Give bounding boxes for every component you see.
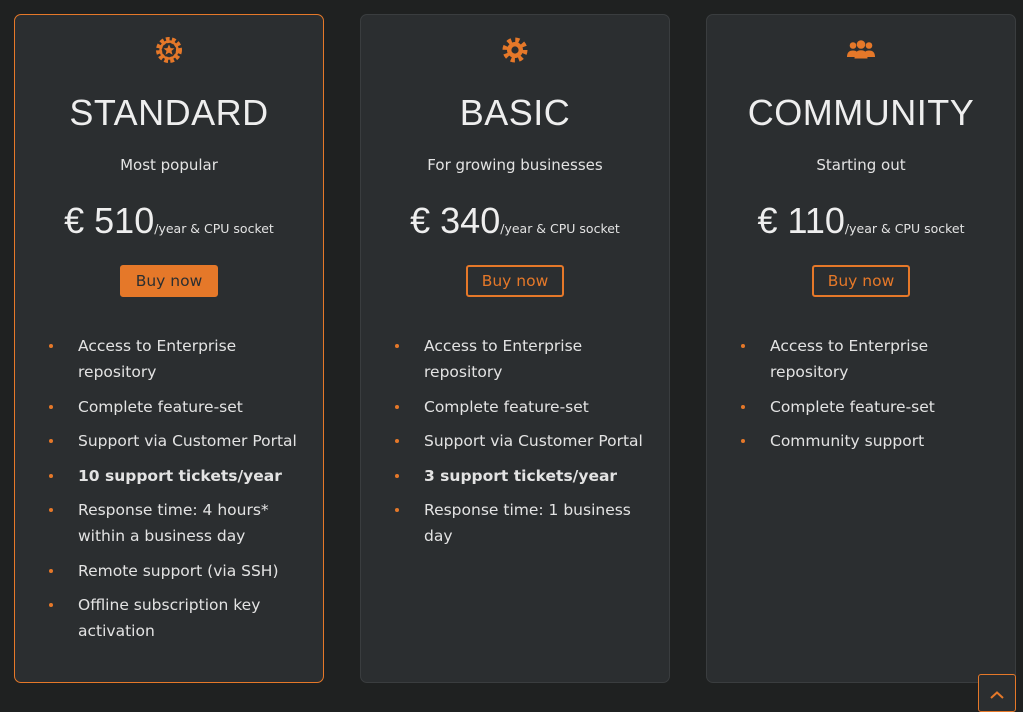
- plan-subtitle: Starting out: [816, 156, 906, 174]
- plan-card-community: COMMUNITY Starting out € 110/year & CPU …: [706, 14, 1016, 683]
- feature-list: Access to Enterprise repository Complete…: [49, 333, 315, 653]
- feature-item: Remote support (via SSH): [49, 558, 315, 584]
- feature-item: 3 support tickets/year: [395, 463, 661, 489]
- plan-price: € 510/year & CPU socket: [15, 199, 323, 243]
- feature-item: Support via Customer Portal: [395, 428, 661, 454]
- feature-item: Community support: [741, 428, 1007, 454]
- plan-price: € 340/year & CPU socket: [361, 199, 669, 243]
- plan-card-standard: STANDARD Most popular € 510/year & CPU s…: [14, 14, 324, 683]
- feature-list: Access to Enterprise repository Complete…: [395, 333, 661, 558]
- feature-item: Complete feature-set: [395, 394, 661, 420]
- feature-item: Offline subscription key activation: [49, 592, 315, 644]
- plan-title: STANDARD: [69, 92, 269, 133]
- badge-star-icon: [15, 35, 323, 65]
- scroll-to-top-button[interactable]: [978, 674, 1016, 712]
- buy-now-button[interactable]: Buy now: [812, 265, 910, 297]
- price-amount: € 110: [757, 200, 845, 241]
- price-unit: /year & CPU socket: [500, 221, 620, 236]
- feature-item: Complete feature-set: [49, 394, 315, 420]
- buy-now-button[interactable]: Buy now: [120, 265, 218, 297]
- users-icon: [707, 35, 1015, 65]
- feature-item: Response time: 1 business day: [395, 497, 661, 549]
- feature-list: Access to Enterprise repository Complete…: [741, 333, 1007, 463]
- buy-now-button[interactable]: Buy now: [466, 265, 564, 297]
- plan-title: COMMUNITY: [747, 92, 975, 133]
- gear-icon: [361, 35, 669, 65]
- plan-subtitle: For growing businesses: [427, 156, 603, 174]
- feature-item: Complete feature-set: [741, 394, 1007, 420]
- feature-item: Access to Enterprise repository: [49, 333, 315, 385]
- feature-item: Access to Enterprise repository: [395, 333, 661, 385]
- plan-price: € 110/year & CPU socket: [707, 199, 1015, 243]
- plan-subtitle: Most popular: [120, 156, 218, 174]
- feature-item: 10 support tickets/year: [49, 463, 315, 489]
- price-amount: € 510: [64, 200, 155, 241]
- feature-item: Access to Enterprise repository: [741, 333, 1007, 385]
- feature-item: Response time: 4 hours* within a busines…: [49, 497, 315, 549]
- price-unit: /year & CPU socket: [844, 221, 965, 236]
- plan-card-basic: BASIC For growing businesses € 340/year …: [360, 14, 670, 683]
- chevron-up-icon: [989, 685, 1005, 711]
- price-unit: /year & CPU socket: [154, 221, 274, 236]
- feature-item: Support via Customer Portal: [49, 428, 315, 454]
- plan-title: BASIC: [459, 92, 571, 133]
- price-amount: € 340: [410, 200, 501, 241]
